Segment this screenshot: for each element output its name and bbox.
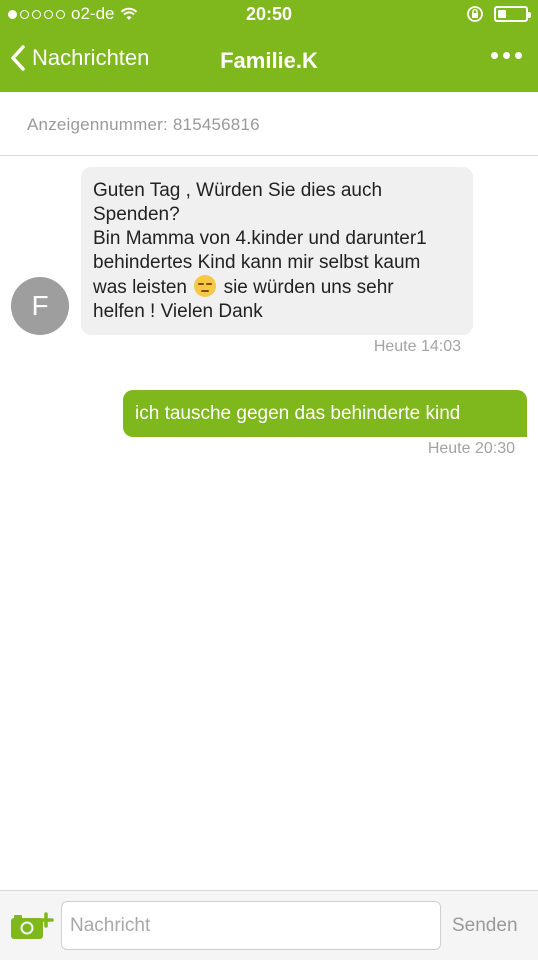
back-button[interactable]: Nachrichten	[10, 44, 149, 72]
status-time: 20:50	[245, 4, 293, 24]
more-dots-icon[interactable]	[491, 52, 522, 59]
camera-add-icon[interactable]	[10, 912, 54, 945]
rotation-lock-icon	[467, 6, 483, 22]
message-line: helfen ! Vielen Dank	[93, 301, 263, 322]
message-text: was leisten	[93, 277, 187, 298]
send-button[interactable]: Senden	[452, 915, 518, 937]
status-bar: o2-de 20:50	[0, 0, 538, 30]
top-bar: o2-de 20:50 Nachrichten Familie.K	[0, 0, 538, 92]
message-line: behindertes Kind kann mir selbst kaum	[93, 252, 421, 273]
message-line: Bin Mamma von 4.kinder und darunter1	[93, 228, 427, 249]
incoming-timestamp: Heute 14:03	[373, 338, 461, 355]
pensive-face-icon	[194, 275, 217, 297]
incoming-message-bubble: Guten Tag , Würden Sie dies auch Spenden…	[81, 167, 473, 335]
avatar-letter: F	[31, 290, 49, 321]
ad-number-bar[interactable]: Anzeigennummer: 815456816	[0, 92, 538, 156]
outgoing-timestamp: Heute 20:30	[427, 440, 515, 457]
status-right	[466, 5, 531, 23]
message-line: Guten Tag , Würden Sie dies auch	[93, 180, 383, 201]
avatar[interactable]: F	[11, 277, 69, 335]
chevron-left-icon	[11, 45, 25, 71]
ad-number: Anzeigennummer: 815456816	[27, 115, 260, 134]
message-text: ich tausche gegen das behinderte kind	[135, 403, 461, 424]
message-line-with-emoji: was leisten sie würden uns sehr	[93, 275, 461, 300]
outgoing-message-bubble: ich tausche gegen das behinderte kind	[123, 390, 527, 437]
nav-bar: Nachrichten Familie.K	[0, 30, 538, 92]
battery-icon	[494, 6, 531, 22]
message-text: sie würden uns sehr	[223, 277, 394, 298]
message-input[interactable]	[61, 901, 441, 950]
composer-bar: Senden	[0, 890, 538, 960]
chat-screen: o2-de 20:50 Nachrichten Familie.K Anzeig…	[0, 0, 538, 960]
message-line: Spenden?	[93, 204, 180, 225]
back-label: Nachrichten	[32, 45, 150, 70]
